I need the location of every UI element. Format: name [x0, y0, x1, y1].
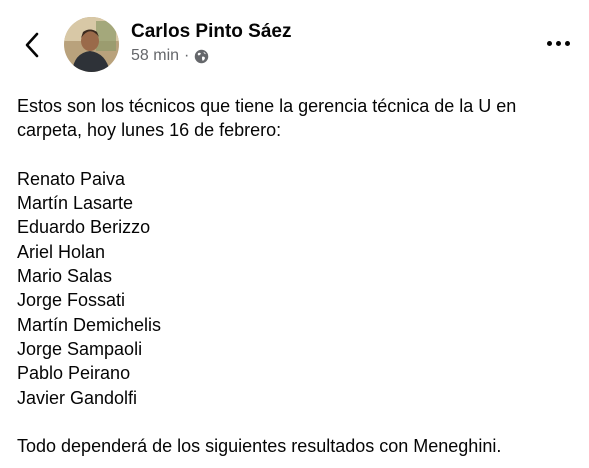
avatar[interactable]: [64, 17, 119, 72]
list-item: Javier Gandolfi: [17, 387, 138, 408]
list-item: Eduardo Berizzo: [17, 217, 151, 238]
more-options-icon: [564, 40, 570, 46]
post-outro: Todo dependerá de los siguientes resulta…: [17, 436, 502, 457]
list-item: Martín Lasarte: [17, 193, 134, 214]
post-meta: 58 min ·: [131, 47, 209, 65]
meta-separator: ·: [184, 47, 190, 64]
back-button[interactable]: [18, 30, 46, 60]
coach-list: Renato Paiva Martín Lasarte Eduardo Beri…: [17, 167, 582, 410]
post-intro: Estos son los técnicos que tiene la gere…: [17, 96, 517, 141]
globe-icon[interactable]: [194, 49, 209, 64]
post-text: Estos son los técnicos que tiene la gere…: [17, 94, 582, 458]
list-item: Renato Paiva: [17, 168, 126, 189]
list-item: Martín Demichelis: [17, 314, 162, 335]
list-item: Jorge Sampaoli: [17, 338, 143, 359]
list-item: Pablo Peirano: [17, 363, 131, 384]
chevron-left-icon: [25, 32, 39, 58]
author-name[interactable]: Carlos Pinto Sáez: [131, 21, 292, 43]
more-options-button[interactable]: [540, 33, 576, 53]
post-view: Carlos Pinto Sáez 58 min · Estos son los…: [0, 0, 589, 468]
list-item: Jorge Fossati: [17, 290, 126, 311]
more-options-icon: [546, 40, 552, 46]
post-timestamp[interactable]: 58 min: [131, 47, 179, 65]
list-item: Mario Salas: [17, 266, 113, 287]
list-item: Ariel Holan: [17, 241, 106, 262]
more-options-icon: [555, 40, 561, 46]
